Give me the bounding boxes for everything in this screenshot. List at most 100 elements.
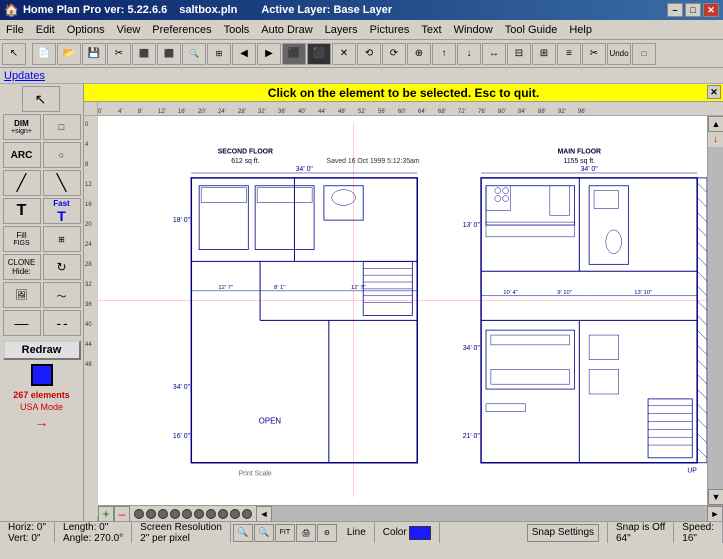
zoom-custom-button[interactable]: ⚙	[317, 524, 337, 542]
zoom-in-button[interactable]: 🔍	[233, 524, 253, 542]
tool-solid-line[interactable]: —	[3, 310, 41, 336]
toolbar-copy[interactable]: ⬛	[132, 43, 156, 65]
scroll-down-button[interactable]: ▼	[708, 489, 723, 505]
toolbar-btn10[interactable]: ↑	[432, 43, 456, 65]
minimize-button[interactable]: –	[667, 3, 683, 17]
dim-label: DIM	[14, 119, 29, 128]
tool-dash-line[interactable]: - -	[43, 310, 81, 336]
scroll-plus-button[interactable]: +	[98, 506, 114, 522]
menu-preferences[interactable]: Preferences	[146, 22, 217, 38]
tool-fill[interactable]: Fill FIGS	[3, 226, 41, 252]
toolbar-btn6[interactable]: ✕	[332, 43, 356, 65]
menu-window[interactable]: Window	[448, 22, 499, 38]
menu-help[interactable]: Help	[563, 22, 598, 38]
toolbar-undo[interactable]: Undo	[607, 43, 631, 65]
toolbar-btn15[interactable]: ≡	[557, 43, 581, 65]
tool-text-fast[interactable]: Fast T	[43, 198, 81, 224]
zoom-fit-button[interactable]: FIT	[275, 524, 295, 542]
zoom-print-button[interactable]: 🖨	[296, 524, 316, 542]
menu-file[interactable]: File	[0, 22, 30, 38]
clone-label: CLONE	[8, 258, 36, 267]
fast-label: Fast	[53, 199, 69, 208]
svg-text:48': 48'	[338, 109, 346, 115]
toolbar-btn12[interactable]: ↔	[482, 43, 506, 65]
toolbar-save[interactable]: 💾	[82, 43, 106, 65]
toolbar-btn14[interactable]: ⊞	[532, 43, 556, 65]
menu-autodraw[interactable]: Auto Draw	[255, 22, 318, 38]
toolbar-btn1[interactable]: ⊞	[207, 43, 231, 65]
toolbar-zoom-in[interactable]: 🔍	[182, 43, 206, 65]
menu-view[interactable]: View	[111, 22, 147, 38]
svg-text:76': 76'	[478, 109, 486, 115]
updates-label[interactable]: Updates	[4, 70, 45, 82]
toolbar-print[interactable]: ✂	[107, 43, 131, 65]
toolbar-arrow[interactable]: ↖	[2, 43, 26, 65]
figs-label: FIGS	[13, 240, 29, 247]
snap-size: 64"	[616, 533, 665, 544]
toolbar-btn9[interactable]: ⊕	[407, 43, 431, 65]
zoom-out-button[interactable]: 🔍	[254, 524, 274, 542]
scroll-up-button[interactable]: ▲	[708, 116, 723, 132]
status-bar: Horiz: 0" Vert: 0" Length: 0" Angle: 270…	[0, 521, 723, 543]
maximize-button[interactable]: □	[685, 3, 701, 17]
tool-line1[interactable]: ╱	[3, 170, 41, 196]
tool-rect[interactable]: □	[43, 114, 81, 140]
tool-grid[interactable]: ⊞	[43, 226, 81, 252]
right-scrollbar[interactable]: ▲ ↓ ▼	[707, 116, 723, 505]
tool-row-line: ╱ ╲	[3, 170, 81, 196]
tool-circle[interactable]: ○	[43, 142, 81, 168]
tool-dim[interactable]: DIM +sign+	[3, 114, 41, 140]
tool-clone[interactable]: CLONE Hide:	[3, 254, 41, 280]
toolbar-redo[interactable]: □	[632, 43, 656, 65]
svg-text:96': 96'	[578, 109, 586, 115]
toolbar-btn4[interactable]: ⬛	[282, 43, 306, 65]
snap-settings-section: Snap Settings	[519, 522, 608, 543]
title-bar-left: 🏠 Home Plan Pro ver: 5.22.6.6 saltbox.pl…	[4, 3, 392, 17]
tool-line2[interactable]: ╲	[43, 170, 81, 196]
toolbar-btn11[interactable]: ↓	[457, 43, 481, 65]
scroll-minus-button[interactable]: –	[114, 506, 130, 522]
toolbar-new[interactable]: 📄	[32, 43, 56, 65]
menu-toolguide[interactable]: Tool Guide	[499, 22, 564, 38]
tool-row-fill: Fill FIGS ⊞	[3, 226, 81, 252]
tool-photo[interactable]: 🖼	[3, 282, 41, 308]
toolbar-btn3[interactable]: ▶	[257, 43, 281, 65]
svg-text:8': 8'	[138, 109, 142, 115]
tool-text[interactable]: T	[3, 198, 41, 224]
menu-edit[interactable]: Edit	[30, 22, 61, 38]
toolbar-btn13[interactable]: ⊟	[507, 43, 531, 65]
redraw-button[interactable]: Redraw	[3, 340, 81, 360]
toolbar-btn8[interactable]: ⟳	[382, 43, 406, 65]
svg-text:28: 28	[85, 262, 92, 268]
menu-pictures[interactable]: Pictures	[364, 22, 416, 38]
toolbar-open[interactable]: 📂	[57, 43, 81, 65]
color-display[interactable]	[409, 526, 431, 540]
tool-select[interactable]: ↖	[22, 86, 60, 112]
title-bar: 🏠 Home Plan Pro ver: 5.22.6.6 saltbox.pl…	[0, 0, 723, 20]
menu-options[interactable]: Options	[61, 22, 111, 38]
toolbar-btn2[interactable]: ◀	[232, 43, 256, 65]
menu-text[interactable]: Text	[415, 22, 447, 38]
drawing-canvas[interactable]: SECOND FLOOR 612 sq ft. Saved 16 Oct 199…	[98, 116, 707, 505]
notification-bar: Click on the element to be selected. Esc…	[84, 84, 723, 102]
toolbar-paste[interactable]: ⬛	[157, 43, 181, 65]
tool-arc[interactable]: ARC	[3, 142, 41, 168]
svg-text:13' 0": 13' 0"	[463, 222, 481, 229]
tool-wave[interactable]: 〜	[43, 282, 81, 308]
page-dot	[194, 509, 204, 519]
scroll-left-button[interactable]: ◄	[256, 506, 272, 522]
close-button[interactable]: ✕	[703, 3, 719, 17]
scroll-right-button[interactable]: ►	[707, 506, 723, 522]
menu-layers[interactable]: Layers	[319, 22, 364, 38]
line-label: Line	[339, 522, 375, 543]
notification-close-button[interactable]: ✕	[707, 85, 721, 99]
tool-rotate[interactable]: ↻	[43, 254, 81, 280]
toolbar-btn7[interactable]: ⟲	[357, 43, 381, 65]
toolbar-btn16[interactable]: ✂	[582, 43, 606, 65]
snap-settings-button[interactable]: Snap Settings	[527, 524, 599, 542]
color-swatch[interactable]	[31, 364, 53, 386]
toolbar-btn5[interactable]: ⬛	[307, 43, 331, 65]
hide-label: Hide:	[12, 267, 31, 276]
menu-tools[interactable]: Tools	[218, 22, 256, 38]
scroll-track-v	[708, 147, 723, 489]
